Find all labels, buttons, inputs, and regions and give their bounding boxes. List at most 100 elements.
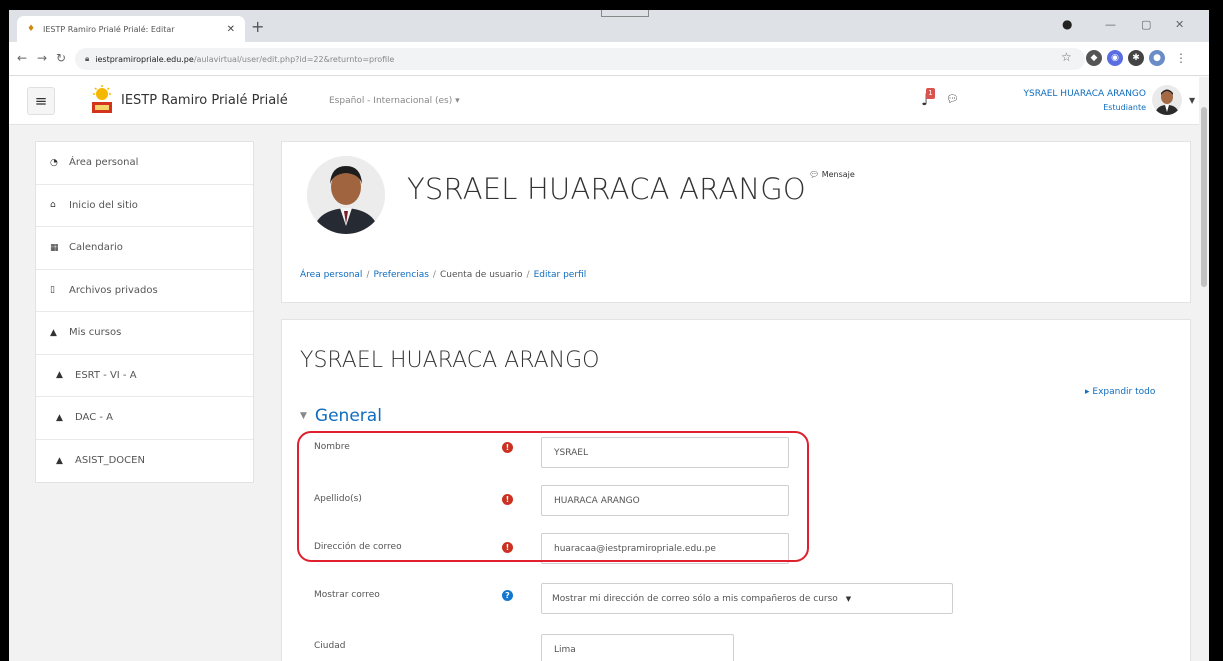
breadcrumb-separator: / — [432, 270, 436, 280]
form-title: YSRAEL HUARACA ARANGO — [300, 348, 600, 373]
collapse-caret-icon: ▼ — [300, 411, 307, 421]
lock-icon: 🔒︎ — [85, 54, 90, 63]
page-header: YSRAEL HUARACA ARANGO 💬︎ Mensaje Área pe… — [281, 141, 1191, 303]
graduation-cap-icon: ▲ — [56, 455, 63, 466]
breadcrumb-separator: / — [366, 270, 370, 280]
nav-drawer: ◔ Área personal ⌂ Inicio del sitio ▦ Cal… — [35, 141, 254, 483]
nav-item-label: DAC - A — [75, 412, 113, 424]
nav-item-calendario[interactable]: ▦ Calendario — [36, 227, 253, 270]
nav-item-label: Mis cursos — [69, 327, 122, 339]
nav-item-label: Área personal — [69, 157, 139, 169]
section-title: General — [314, 406, 382, 426]
language-selector[interactable]: Español - Internacional (es) ▾ — [329, 96, 460, 106]
message-icon: 💬︎ — [809, 170, 822, 179]
graduation-cap-icon: ▲ — [50, 327, 57, 338]
page-title: YSRAEL HUARACA ARANGO — [407, 172, 806, 206]
expand-all-label: Expandir todo — [1092, 387, 1156, 397]
page-body: ◔ Área personal ⌂ Inicio del sitio ▦ Cal… — [9, 126, 1199, 661]
site-name[interactable]: IESTP Ramiro Prialé Prialé — [121, 93, 288, 108]
minimize-icon[interactable]: — — [1105, 18, 1116, 31]
bookmark-star-icon[interactable]: ☆ — [1061, 50, 1072, 64]
browser-toolbar: ← → ↻ 🔒︎ iestpramiropriale.edu.pe /aulav… — [9, 42, 1209, 76]
breadcrumb-separator: / — [526, 270, 530, 280]
back-arrow-icon[interactable]: ← — [17, 51, 27, 65]
breadcrumb-cuenta-de-usuario: Cuenta de usuario — [439, 270, 523, 280]
profile-icon[interactable]: ● — [1149, 50, 1165, 66]
site-favicon-icon: ♦ — [27, 24, 36, 34]
last-name-input[interactable]: HUARACA ARANGO — [541, 485, 789, 516]
tab-title: IESTP Ramiro Prialé Prialé: Editar — [43, 24, 175, 34]
window-notch — [601, 10, 649, 17]
browser-account-icon[interactable]: ● — [1062, 17, 1072, 31]
notifications-bell-icon[interactable]: ♪ 1 — [921, 88, 935, 109]
first-name-input[interactable]: YSRAEL — [541, 437, 789, 468]
extension-shield-icon[interactable]: ◉ — [1107, 50, 1123, 66]
nav-item-label: Inicio del sitio — [69, 199, 138, 211]
email-label: Dirección de correo — [314, 542, 402, 552]
message-label: Mensaje — [821, 170, 855, 179]
close-window-icon[interactable]: ✕ — [1175, 18, 1184, 31]
graduation-cap-icon: ▲ — [56, 370, 63, 381]
reload-icon[interactable]: ↻ — [56, 51, 66, 65]
breadcrumb-area-personal[interactable]: Área personal — [300, 270, 362, 280]
email-input[interactable]: huaracaa@iestpramiropriale.edu.pe — [541, 533, 789, 564]
dashboard-icon: ◔ — [50, 157, 58, 168]
browser-tab-strip: ♦ IESTP Ramiro Prialé Prialé: Editar ✕ +… — [9, 10, 1209, 42]
file-icon: ▯ — [50, 285, 55, 296]
home-icon: ⌂ — [50, 200, 56, 211]
site-logo[interactable] — [90, 85, 114, 115]
nav-item-course-dac[interactable]: ▲ DAC - A — [36, 397, 253, 440]
city-label: Ciudad — [314, 641, 346, 651]
breadcrumb: Área personal / Preferencias / Cuenta de usu… — [300, 270, 586, 280]
extension-icon[interactable]: ◆ — [1086, 50, 1102, 66]
site-navbar: ≡ IESTP Ramiro Prialé Prialé Español - I… — [9, 77, 1209, 125]
message-button[interactable]: 💬︎ Mensaje — [809, 170, 855, 179]
breadcrumb-preferencias[interactable]: Preferencias — [373, 270, 428, 280]
extensions-puzzle-icon[interactable]: ✱ — [1128, 50, 1144, 66]
required-icon: ! — [502, 442, 513, 453]
user-menu-role: Estudiante — [1103, 103, 1146, 112]
nav-item-course-asist-docen[interactable]: ▲ ASIST_DOCEN — [36, 440, 253, 483]
nav-item-course-esrt[interactable]: ▲ ESRT - VI - A — [36, 355, 253, 397]
user-avatar[interactable] — [1152, 85, 1182, 115]
required-icon: ! — [502, 542, 513, 553]
city-input[interactable]: Lima — [541, 634, 734, 661]
email-display-select[interactable]: Mostrar mi dirección de correo sólo a mi… — [541, 583, 953, 614]
address-bar[interactable]: 🔒︎ iestpramiropriale.edu.pe /aulavirtual… — [75, 48, 1085, 70]
breadcrumb-editar-perfil[interactable]: Editar perfil — [534, 270, 587, 280]
help-icon[interactable]: ? — [502, 590, 513, 601]
calendar-icon: ▦ — [50, 242, 59, 253]
close-tab-icon[interactable]: ✕ — [227, 24, 235, 35]
section-general-toggle[interactable]: ▼ General — [300, 406, 382, 426]
browser-menu-icon[interactable]: ⋮ — [1175, 51, 1187, 65]
nav-item-area-personal[interactable]: ◔ Área personal — [36, 142, 253, 185]
maximize-icon[interactable]: ▢ — [1141, 18, 1151, 31]
expand-all-link[interactable]: ▸ Expandir todo — [1085, 387, 1155, 397]
user-menu-name[interactable]: YSRAEL HUARACA ARANGO — [971, 89, 1146, 99]
forward-arrow-icon[interactable]: → — [37, 51, 47, 65]
first-name-label: Nombre — [314, 442, 350, 452]
last-name-label: Apellido(s) — [314, 494, 362, 504]
select-caret-icon: ▼ — [845, 594, 852, 603]
notification-badge: 1 — [926, 88, 935, 99]
nav-item-label: ASIST_DOCEN — [75, 455, 145, 467]
new-tab-icon[interactable]: + — [251, 17, 264, 36]
nav-item-inicio-del-sitio[interactable]: ⌂ Inicio del sitio — [36, 185, 253, 227]
user-menu-caret-icon[interactable]: ▼ — [1189, 96, 1195, 105]
email-display-value: Mostrar mi dirección de correo sólo a mi… — [552, 593, 838, 604]
nav-item-label: Calendario — [69, 242, 123, 254]
email-display-label: Mostrar correo — [314, 590, 380, 600]
nav-item-archivos-privados[interactable]: ▯ Archivos privados — [36, 270, 253, 312]
page-scrollbar[interactable] — [1199, 77, 1209, 661]
edit-profile-form: YSRAEL HUARACA ARANGO ▸ Expandir todo ▼ G… — [281, 319, 1191, 661]
required-icon: ! — [502, 494, 513, 505]
messages-icon[interactable]: 💬︎ — [946, 94, 959, 105]
address-host: iestpramiropriale.edu.pe — [95, 54, 194, 64]
scrollbar-thumb[interactable] — [1201, 107, 1207, 287]
browser-tab[interactable]: ♦ IESTP Ramiro Prialé Prialé: Editar ✕ — [17, 16, 245, 42]
nav-item-label: Archivos privados — [69, 284, 158, 296]
hamburger-menu-icon[interactable]: ≡ — [27, 87, 55, 115]
nav-item-mis-cursos[interactable]: ▲ Mis cursos — [36, 312, 253, 355]
screenshot-frame: ♦ IESTP Ramiro Prialé Prialé: Editar ✕ +… — [9, 10, 1209, 661]
nav-item-label: ESRT - VI - A — [75, 369, 137, 381]
